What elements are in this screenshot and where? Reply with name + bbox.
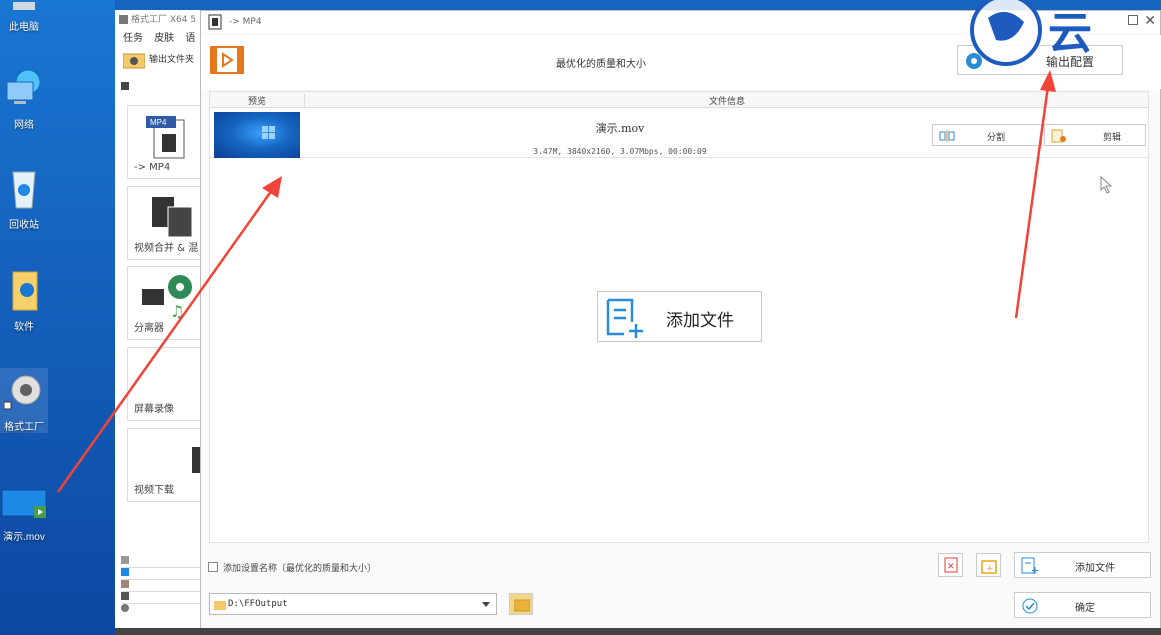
arrow-line-right <box>1014 85 1050 319</box>
annotation-arrows <box>56 70 1056 493</box>
arrowhead-right <box>1040 70 1056 92</box>
arrowhead-left <box>262 176 282 198</box>
arrow-line-left <box>56 189 274 493</box>
taskbar <box>115 628 1161 635</box>
